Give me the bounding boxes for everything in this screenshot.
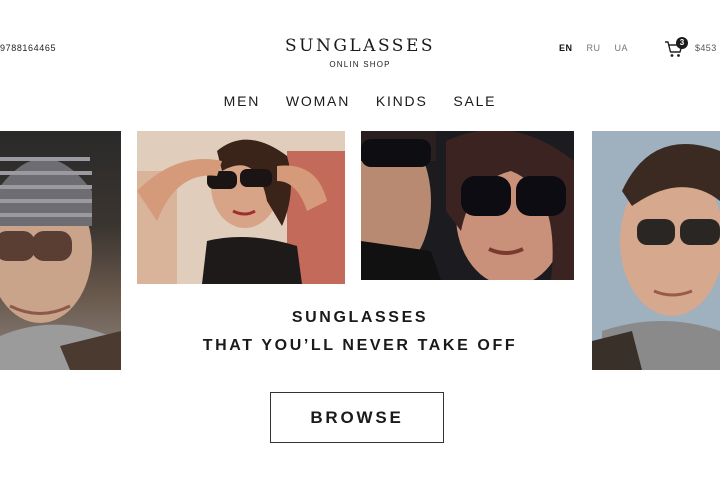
nav-item-woman[interactable]: WOMAN: [286, 93, 350, 109]
hero-tagline-line1: SUNGLASSES: [291, 309, 429, 326]
photo-man-aviators: [592, 131, 720, 370]
photo-woman-sunglasses: [137, 131, 345, 284]
hero-tagline-line2: THAT YOU’LL NEVER TAKE OFF: [202, 337, 518, 354]
photo-couple-sunglasses: [361, 131, 574, 280]
main-nav: MEN WOMAN KINDS SALE: [0, 93, 720, 109]
nav-item-kinds[interactable]: KINDS: [376, 93, 428, 109]
cart-count-badge: 3: [676, 37, 688, 49]
language-switcher: EN RU UA: [559, 43, 639, 53]
browse-button[interactable]: BROWSE: [270, 392, 444, 443]
nav-item-men[interactable]: MEN: [224, 93, 261, 109]
lang-ru[interactable]: RU: [587, 43, 601, 53]
cart-total: $453: [695, 43, 717, 53]
lang-ua[interactable]: UA: [615, 43, 629, 53]
nav-item-sale[interactable]: SALE: [453, 93, 496, 109]
brand-subtitle: ONLIN SHOP: [329, 60, 391, 69]
cart-button[interactable]: 3: [664, 37, 688, 60]
lang-en[interactable]: EN: [559, 43, 573, 53]
photo-man-beanie: [0, 131, 121, 370]
